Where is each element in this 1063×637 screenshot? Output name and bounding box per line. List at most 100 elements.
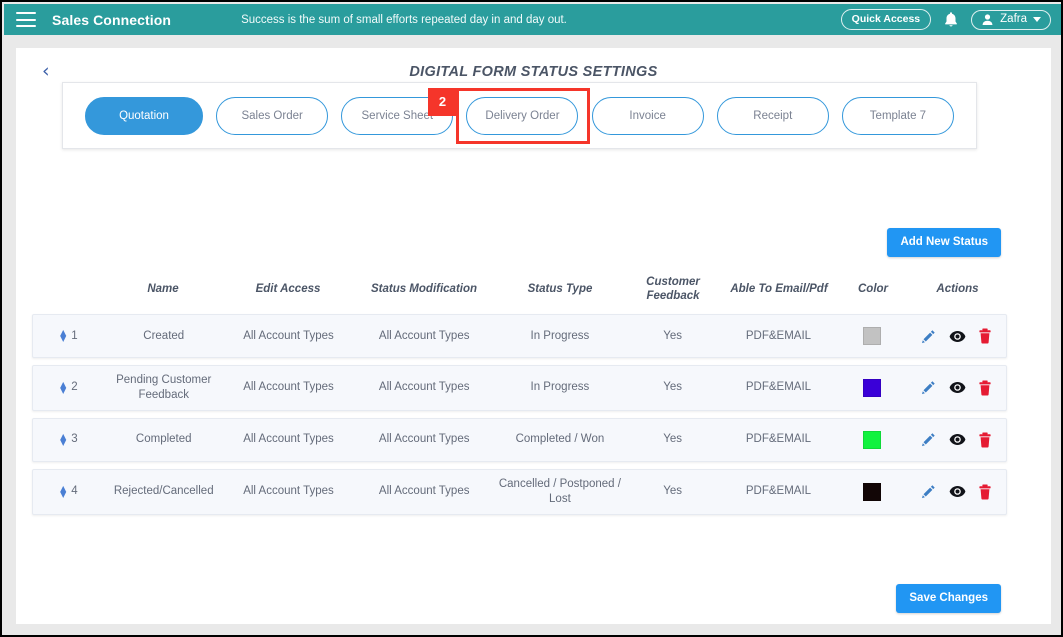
view-button[interactable]: [949, 485, 966, 498]
app-window: Sales Connection Success is the sum of s…: [0, 0, 1063, 637]
row-index-cell: ▲ ▼ 3: [33, 425, 105, 454]
table-row[interactable]: ▲ ▼ 3 Completed All Account Types All Account…: [32, 417, 1007, 462]
row-customer-feedback: Yes: [663, 433, 683, 446]
chevron-down-icon: [1033, 16, 1041, 22]
tab-delivery-order[interactable]: Delivery Order: [466, 96, 579, 135]
row-name: Rejected/Cancelled: [113, 485, 214, 498]
eye-icon: [949, 486, 965, 498]
color-swatch[interactable]: [863, 430, 882, 449]
tab-wrap-template-7: Template 7: [841, 96, 954, 135]
row-name: Pending Customer Feedback: [116, 374, 212, 401]
user-name: Zafra: [1000, 13, 1027, 25]
row-status-modification: All Account Types: [378, 485, 470, 498]
view-button[interactable]: [949, 433, 966, 446]
tab-wrap-quotation: Quotation: [85, 96, 203, 135]
highlight-step-badge: 2: [428, 87, 457, 116]
row-actions-cell: [907, 373, 1006, 403]
row-index-cell: ▲ ▼ 2: [33, 373, 105, 402]
save-changes-row: Save Changes: [896, 584, 1001, 613]
row-index: 3: [71, 433, 78, 446]
sort-updown-icon[interactable]: ▲ ▼: [60, 484, 66, 498]
row-actions-cell: [907, 477, 1006, 507]
color-swatch[interactable]: [863, 378, 882, 397]
row-color-cell: [837, 476, 907, 508]
pencil-icon: [922, 381, 936, 395]
user-icon: [982, 13, 993, 25]
row-status-type: In Progress: [530, 329, 590, 342]
row-index: 2: [71, 381, 78, 394]
eye-icon: [949, 382, 965, 394]
color-swatch[interactable]: [863, 327, 882, 345]
row-actions-cell: [907, 321, 1006, 351]
tab-wrap-delivery-order: Delivery Order 2: [428, 87, 591, 144]
delete-button[interactable]: [978, 484, 992, 500]
table-row[interactable]: ▲ ▼ 1 Created All Account Types All Account T…: [32, 314, 1007, 358]
tab-quotation[interactable]: Quotation: [85, 96, 203, 135]
trash-icon: [979, 328, 991, 344]
delete-button[interactable]: [978, 432, 992, 448]
eye-icon: [949, 330, 965, 342]
edit-button[interactable]: [921, 329, 936, 344]
row-color-cell: [837, 320, 907, 352]
bell-icon[interactable]: [943, 11, 959, 29]
row-index-cell: ▲ ▼ 1: [33, 322, 105, 351]
row-index-cell: ▲ ▼ 4: [33, 477, 105, 506]
delete-button[interactable]: [978, 380, 992, 396]
tab-wrap-receipt: Receipt: [716, 96, 829, 135]
eye-icon: [949, 434, 965, 446]
status-table: Name Edit Access Status Modification Sta…: [32, 264, 1007, 522]
view-button[interactable]: [949, 381, 966, 394]
header-actions: Actions: [936, 282, 979, 295]
tab-invoice[interactable]: Invoice: [591, 96, 704, 135]
tab-template-7[interactable]: Template 7: [841, 96, 954, 135]
row-actions-cell: [907, 425, 1006, 455]
row-status-modification: All Account Types: [378, 433, 470, 446]
form-template-tabs: Quotation Sales Order Service Sheet Deli…: [62, 82, 977, 149]
row-able-to-email-pdf: PDF&EMAIL: [745, 329, 812, 342]
delete-button[interactable]: [978, 328, 992, 344]
row-customer-feedback: Yes: [663, 381, 683, 394]
sort-updown-icon[interactable]: ▲ ▼: [60, 380, 66, 394]
header-tagline: Success is the sum of small efforts repe…: [241, 13, 567, 26]
color-swatch[interactable]: [863, 482, 882, 501]
table-row[interactable]: ▲ ▼ 4 Rejected/Cancelled All Account Types Al…: [32, 468, 1007, 515]
add-new-status-button[interactable]: Add New Status: [887, 228, 1001, 257]
header-actions: Quick Access Zafra: [840, 9, 1051, 30]
view-button[interactable]: [949, 330, 966, 343]
save-changes-button[interactable]: Save Changes: [896, 584, 1001, 613]
pencil-icon: [922, 329, 936, 343]
edit-button[interactable]: [921, 380, 936, 395]
row-edit-access: All Account Types: [243, 433, 334, 446]
row-index: 4: [71, 485, 78, 498]
brand-title: Sales Connection: [52, 11, 172, 28]
quick-access-button[interactable]: Quick Access: [840, 9, 932, 30]
page-title: DIGITAL FORM STATUS SETTINGS: [409, 64, 658, 80]
user-menu[interactable]: Zafra: [971, 9, 1051, 30]
tab-sales-order[interactable]: Sales Order: [216, 96, 329, 135]
row-customer-feedback: Yes: [663, 485, 683, 498]
row-name: Completed: [135, 433, 192, 446]
row-able-to-email-pdf: PDF&EMAIL: [745, 485, 812, 498]
tab-receipt[interactable]: Receipt: [716, 96, 829, 135]
row-status-type: In Progress: [530, 381, 590, 394]
sort-updown-icon[interactable]: ▲ ▼: [60, 432, 66, 446]
app-header: Sales Connection Success is the sum of s…: [4, 4, 1061, 35]
trash-icon: [979, 432, 991, 448]
hamburger-icon[interactable]: [16, 12, 36, 27]
sort-updown-icon[interactable]: ▲ ▼: [60, 329, 66, 343]
header-edit-access: Edit Access: [255, 282, 321, 295]
edit-button[interactable]: [921, 432, 936, 447]
row-edit-access: All Account Types: [243, 381, 334, 394]
header-status-modification: Status Modification: [370, 282, 478, 295]
header-color: Color: [857, 282, 889, 295]
header-status-type: Status Type: [527, 282, 593, 295]
row-edit-access: All Account Types: [243, 485, 334, 498]
row-index: 1: [71, 329, 78, 342]
row-color-cell: [837, 372, 907, 404]
table-row[interactable]: ▲ ▼ 2 Pending Customer Feedback All Account …: [32, 365, 1007, 411]
edit-button[interactable]: [921, 484, 936, 499]
table-body: ▲ ▼ 1 Created All Account Types All Account T…: [32, 314, 1007, 515]
trash-icon: [979, 380, 991, 396]
table-header-row: Name Edit Access Status Modification Sta…: [32, 264, 1007, 314]
header-able-to-email-pdf: Able To Email/Pdf: [730, 282, 828, 295]
